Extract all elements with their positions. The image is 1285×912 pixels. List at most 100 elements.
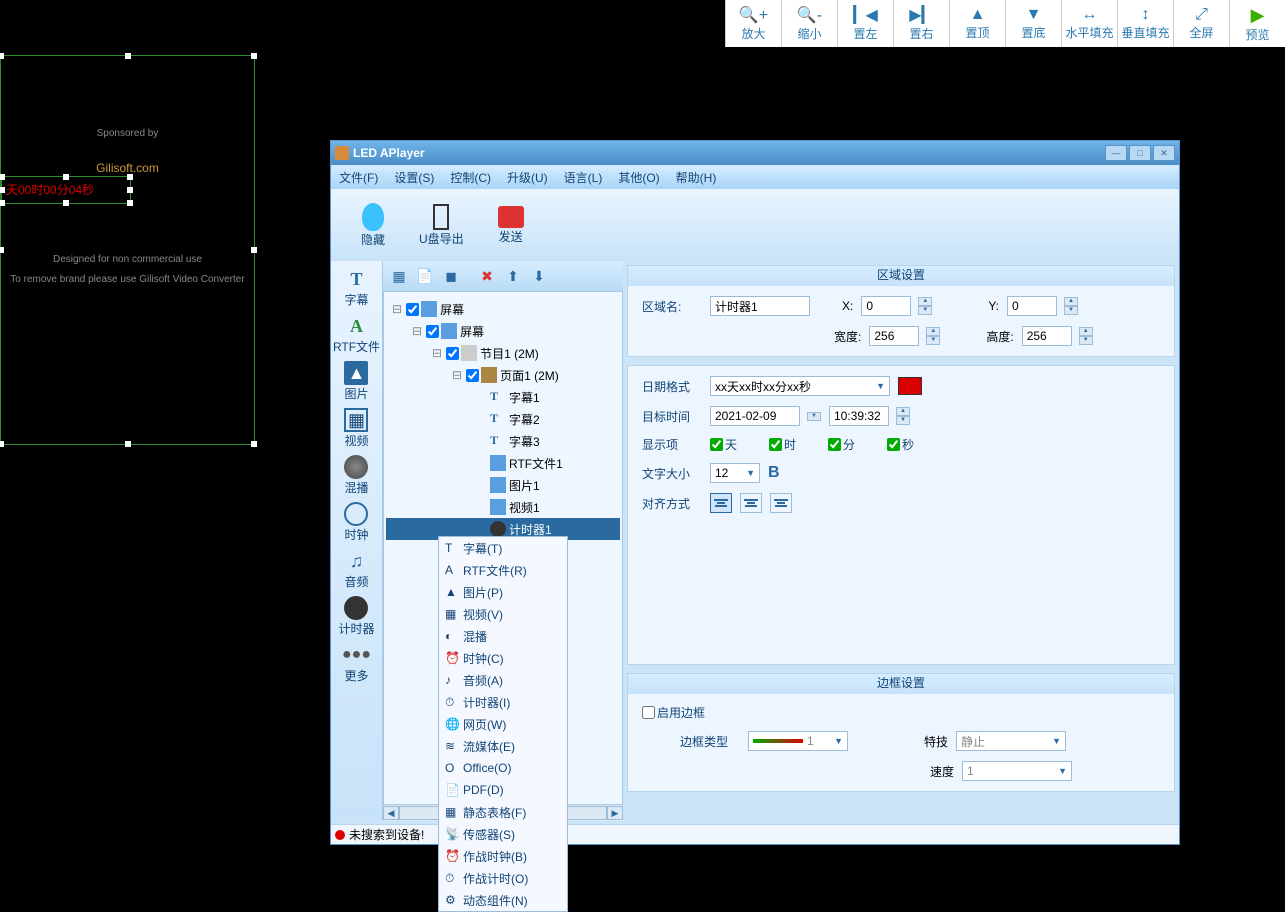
date-dropdown[interactable]: ▼ xyxy=(807,412,821,421)
menu-file[interactable]: 文件(F) xyxy=(339,169,378,186)
align-right-button[interactable]: ▶▎置右 xyxy=(893,0,949,47)
resize-handle[interactable] xyxy=(251,247,257,253)
palette-mixplay[interactable]: 混播 xyxy=(344,455,368,496)
menu-item[interactable]: ⏱作战计时(O) xyxy=(439,867,567,889)
tree-node[interactable]: T字幕1 xyxy=(386,386,620,408)
menu-item[interactable]: ▦静态表格(F) xyxy=(439,801,567,823)
resize-handle[interactable] xyxy=(251,53,257,59)
y-spinner[interactable]: ▲▼ xyxy=(1064,297,1078,315)
titlebar[interactable]: LED APlayer — □ ✕ xyxy=(331,141,1179,165)
color-picker[interactable] xyxy=(898,377,922,395)
resize-handle[interactable] xyxy=(251,441,257,447)
height-input[interactable] xyxy=(1022,326,1072,346)
check-day[interactable]: 天 xyxy=(710,436,737,453)
fullscreen-button[interactable]: ⤢全屏 xyxy=(1173,0,1229,47)
move-down-button[interactable]: ⬇ xyxy=(529,266,549,286)
resize-handle[interactable] xyxy=(125,53,131,59)
menu-item[interactable]: OOffice(O) xyxy=(439,757,567,779)
scroll-right-button[interactable]: ▶ xyxy=(607,806,623,820)
menu-settings[interactable]: 设置(S) xyxy=(394,169,434,186)
menu-item[interactable]: ⏱计时器(I) xyxy=(439,691,567,713)
palette-video[interactable]: ▦视频 xyxy=(344,408,368,449)
menu-item[interactable]: ♪音频(A) xyxy=(439,669,567,691)
palette-clock[interactable]: 时钟 xyxy=(344,502,368,543)
close-button[interactable]: ✕ xyxy=(1153,145,1175,161)
zoom-out-button[interactable]: 🔍-缩小 xyxy=(781,0,837,47)
enable-frame-check[interactable]: 启用边框 xyxy=(642,704,1160,721)
check-sec[interactable]: 秒 xyxy=(887,436,914,453)
tree-node[interactable]: 视频1 xyxy=(386,496,620,518)
palette-more[interactable]: ●●●更多 xyxy=(344,643,368,684)
tree-node[interactable]: T字幕3 xyxy=(386,430,620,452)
height-spinner[interactable]: ▲▼ xyxy=(1079,327,1093,345)
tree-node[interactable]: ⊟屏幕 xyxy=(386,320,620,342)
palette-rtf[interactable]: ARTF文件 xyxy=(333,314,380,355)
timer-selection-box[interactable]: 天00时00分04秒 xyxy=(1,176,131,204)
menu-item[interactable]: ⏰作战时钟(B) xyxy=(439,845,567,867)
area-name-input[interactable] xyxy=(710,296,810,316)
font-size-select[interactable]: 12▼ xyxy=(710,463,760,483)
menu-item[interactable]: ⏰时钟(C) xyxy=(439,647,567,669)
menu-item[interactable]: ▲图片(P) xyxy=(439,581,567,603)
menu-item[interactable]: ARTF文件(R) xyxy=(439,559,567,581)
tree-node[interactable]: ⊟页面1 (2M) xyxy=(386,364,620,386)
menu-other[interactable]: 其他(O) xyxy=(618,169,659,186)
menu-upgrade[interactable]: 升级(U) xyxy=(507,169,548,186)
palette-audio[interactable]: ♫音频 xyxy=(344,549,368,590)
menu-item[interactable]: ≋流媒体(E) xyxy=(439,735,567,757)
zoom-in-button[interactable]: 🔍+放大 xyxy=(725,0,781,47)
bold-button[interactable]: B xyxy=(768,464,780,482)
check-hour[interactable]: 时 xyxy=(769,436,796,453)
tree-node[interactable]: 图片1 xyxy=(386,474,620,496)
menu-item[interactable]: ▦视频(V) xyxy=(439,603,567,625)
x-input[interactable] xyxy=(861,296,911,316)
y-input[interactable] xyxy=(1007,296,1057,316)
add-screen-button[interactable]: ▦ xyxy=(389,266,409,286)
menu-item[interactable]: 📄PDF(D) xyxy=(439,779,567,801)
delete-button[interactable]: ✖ xyxy=(477,266,497,286)
frame-speed-select[interactable]: 1▼ xyxy=(962,761,1072,781)
scroll-left-button[interactable]: ◀ xyxy=(383,806,399,820)
menu-control[interactable]: 控制(C) xyxy=(450,169,491,186)
menu-language[interactable]: 语言(L) xyxy=(564,169,603,186)
preview-button[interactable]: ▶预览 xyxy=(1229,0,1285,47)
time-spinner[interactable]: ▲▼ xyxy=(896,407,910,425)
menu-item[interactable]: 🌐网页(W) xyxy=(439,713,567,735)
selection-box[interactable]: Sponsored by Gilisoft.com Designed for n… xyxy=(0,55,255,445)
date-format-select[interactable]: xx天xx时xx分xx秒▼ xyxy=(710,376,890,396)
palette-image[interactable]: ▲图片 xyxy=(344,361,368,402)
palette-subtitle[interactable]: T字幕 xyxy=(344,267,368,308)
hide-button[interactable]: 隐藏 xyxy=(361,203,385,248)
menu-item[interactable]: ⚙动态组件(N) xyxy=(439,889,567,911)
layout-button[interactable]: ◼ xyxy=(441,266,461,286)
fill-horizontal-button[interactable]: ↔水平填充 xyxy=(1061,0,1117,47)
menu-item[interactable]: 📡传感器(S) xyxy=(439,823,567,845)
menu-help[interactable]: 帮助(H) xyxy=(676,169,717,186)
align-top-button[interactable]: ▲置顶 xyxy=(949,0,1005,47)
x-spinner[interactable]: ▲▼ xyxy=(918,297,932,315)
target-time-input[interactable] xyxy=(829,406,889,426)
resize-handle[interactable] xyxy=(125,441,131,447)
minimize-button[interactable]: — xyxy=(1105,145,1127,161)
tree-node[interactable]: ⊟节目1 (2M) xyxy=(386,342,620,364)
target-date-input[interactable] xyxy=(710,406,800,426)
resize-handle[interactable] xyxy=(0,247,4,253)
fill-vertical-button[interactable]: ↕垂直填充 xyxy=(1117,0,1173,47)
check-min[interactable]: 分 xyxy=(828,436,855,453)
menu-item[interactable]: T字幕(T) xyxy=(439,537,567,559)
align-right-button[interactable] xyxy=(770,493,792,513)
palette-timer[interactable]: 计时器 xyxy=(338,596,374,637)
tree-node[interactable]: ⊟屏幕 xyxy=(386,298,620,320)
menu-item[interactable]: ◐混播 xyxy=(439,625,567,647)
align-left-button[interactable]: ▎◀置左 xyxy=(837,0,893,47)
usb-export-button[interactable]: U盘导出 xyxy=(419,204,464,247)
frame-fx-select[interactable]: 静止▼ xyxy=(956,731,1066,751)
new-page-button[interactable]: 📄 xyxy=(415,266,435,286)
width-input[interactable] xyxy=(869,326,919,346)
tree-node[interactable]: RTF文件1 xyxy=(386,452,620,474)
maximize-button[interactable]: □ xyxy=(1129,145,1151,161)
tree-node[interactable]: T字幕2 xyxy=(386,408,620,430)
width-spinner[interactable]: ▲▼ xyxy=(926,327,940,345)
send-button[interactable]: 发送 xyxy=(498,206,524,245)
resize-handle[interactable] xyxy=(0,441,4,447)
